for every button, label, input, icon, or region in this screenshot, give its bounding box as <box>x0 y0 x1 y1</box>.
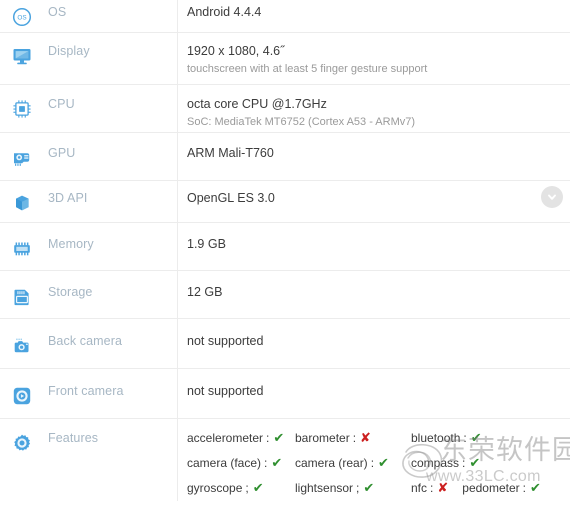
storage-card-icon <box>10 285 34 309</box>
spec-row-3d-api: 3D API OpenGL ES 3.0 <box>0 181 570 223</box>
spec-label-cell-gpu: GPU <box>0 133 178 180</box>
spec-value-front-camera: not supported <box>187 384 264 398</box>
feature-mark-yes: ✔ <box>271 455 283 470</box>
feature-camera-face: camera (face) : ✔ <box>187 455 283 471</box>
spec-row-os: OS OS Android 4.4.4 <box>0 0 570 33</box>
cpu-chip-icon <box>10 97 34 121</box>
spec-label-cell-front-camera: Front camera <box>0 369 178 418</box>
spec-label-cell-features: Features <box>0 419 178 501</box>
feature-nfc: nfc : ✘ <box>411 480 449 496</box>
spec-label-cpu: CPU <box>48 97 75 111</box>
spec-row-back-camera: Back camera not supported <box>0 319 570 369</box>
spec-label-cell-cpu: CPU <box>0 85 178 132</box>
chevron-down-icon <box>545 190 559 204</box>
spec-value-cell-os: Android 4.4.4 <box>178 0 570 20</box>
spec-value-cpu: octa core CPU @1.7GHz <box>187 97 327 111</box>
spec-row-memory: Memory 1.9 GB <box>0 223 570 271</box>
cube-3d-icon <box>10 191 34 215</box>
feature-camera-rear: camera (rear) : ✔ <box>295 455 389 471</box>
device-spec-sheet: OS OS Android 4.4.4 Display 1920 x 1080,… <box>0 0 570 501</box>
spec-label-back-camera: Back camera <box>48 334 123 348</box>
spec-row-storage: Storage 12 GB <box>0 271 570 319</box>
spec-row-front-camera: Front camera not supported <box>0 369 570 419</box>
spec-value-cell-storage: 12 GB <box>178 271 570 300</box>
feature-lightsensor: lightsensor ; ✔ <box>295 480 375 496</box>
spec-label-features: Features <box>48 431 99 445</box>
features-line: accelerometer : ✔ barometer : ✘ bluetoot… <box>187 431 562 456</box>
spec-label-cell-display: Display <box>0 33 178 84</box>
spec-row-gpu: GPU ARM Mali-T760 <box>0 133 570 181</box>
feature-mark-yes: ✔ <box>469 455 481 470</box>
back-camera-icon <box>10 334 34 358</box>
spec-value-cell-front-camera: not supported <box>178 369 570 399</box>
spec-label-display: Display <box>48 44 90 58</box>
spec-label-os: OS <box>48 5 67 19</box>
features-line: gyroscope ; ✔ lightsensor ; ✔ nfc : ✘ pe… <box>187 481 562 506</box>
spec-label-memory: Memory <box>48 237 94 251</box>
spec-label-cell-3d-api: 3D API <box>0 181 178 222</box>
memory-ram-icon <box>10 237 34 261</box>
feature-mark-no: ✘ <box>360 430 371 445</box>
spec-row-features: Features accelerometer : ✔ barometer : ✘… <box>0 419 570 501</box>
feature-mark-yes: ✔ <box>470 430 482 445</box>
scroll-down-button[interactable] <box>541 186 563 208</box>
spec-value-display: 1920 x 1080, 4.6˝ <box>187 44 285 58</box>
feature-compass: compass : ✔ <box>411 455 481 471</box>
feature-mark-yes: ✔ <box>529 480 541 495</box>
feature-accelerometer: accelerometer : ✔ <box>187 430 285 446</box>
display-monitor-icon <box>10 44 34 68</box>
spec-value-cell-display: 1920 x 1080, 4.6˝ touchscreen with at le… <box>178 33 570 76</box>
spec-value-3d-api: OpenGL ES 3.0 <box>187 191 275 205</box>
spec-value-cell-cpu: octa core CPU @1.7GHz SoC: MediaTek MT67… <box>178 85 570 129</box>
feature-gyroscope: gyroscope ; ✔ <box>187 480 264 496</box>
spec-value-cell-memory: 1.9 GB <box>178 223 570 252</box>
spec-value-cell-3d-api: OpenGL ES 3.0 <box>178 181 570 206</box>
spec-value-back-camera: not supported <box>187 334 264 348</box>
features-gear-icon <box>10 431 34 455</box>
feature-pedometer: pedometer : ✔ <box>462 480 541 496</box>
feature-mark-yes: ✔ <box>273 430 285 445</box>
feature-mark-yes: ✔ <box>363 480 375 495</box>
feature-mark-yes: ✔ <box>252 480 264 495</box>
spec-value-cell-back-camera: not supported <box>178 319 570 349</box>
spec-label-gpu: GPU <box>48 146 76 160</box>
spec-subvalue-display: touchscreen with at least 5 finger gestu… <box>187 63 428 75</box>
features-line: camera (face) : ✔ camera (rear) : ✔ comp… <box>187 456 562 481</box>
spec-label-cell-memory: Memory <box>0 223 178 270</box>
spec-value-cell-gpu: ARM Mali-T760 <box>178 133 570 161</box>
feature-mark-yes: ✔ <box>378 455 389 470</box>
feature-bluetooth: bluetooth : ✔ <box>411 430 482 446</box>
feature-mark-no: ✘ <box>437 480 449 495</box>
spec-value-gpu: ARM Mali-T760 <box>187 146 274 160</box>
spec-subvalue-cpu: SoC: MediaTek MT6752 (Cortex A53 - ARMv7… <box>187 116 416 128</box>
spec-label-storage: Storage <box>48 285 93 299</box>
feature-barometer: barometer : ✘ <box>295 430 371 446</box>
spec-value-storage: 12 GB <box>187 285 223 299</box>
spec-value-os: Android 4.4.4 <box>187 5 262 19</box>
front-camera-icon <box>10 384 34 408</box>
spec-value-memory: 1.9 GB <box>187 237 226 251</box>
spec-value-cell-features: accelerometer : ✔ barometer : ✘ bluetoot… <box>178 419 570 506</box>
gpu-card-icon <box>10 146 34 170</box>
spec-label-cell-os: OS OS <box>0 0 178 32</box>
svg-text:OS: OS <box>17 15 26 22</box>
spec-label-cell-storage: Storage <box>0 271 178 318</box>
spec-label-cell-back-camera: Back camera <box>0 319 178 368</box>
spec-row-display: Display 1920 x 1080, 4.6˝ touchscreen wi… <box>0 33 570 85</box>
os-icon: OS <box>10 5 34 29</box>
spec-row-cpu: CPU octa core CPU @1.7GHz SoC: MediaTek … <box>0 85 570 133</box>
spec-label-3d-api: 3D API <box>48 191 88 205</box>
spec-label-front-camera: Front camera <box>48 384 124 398</box>
